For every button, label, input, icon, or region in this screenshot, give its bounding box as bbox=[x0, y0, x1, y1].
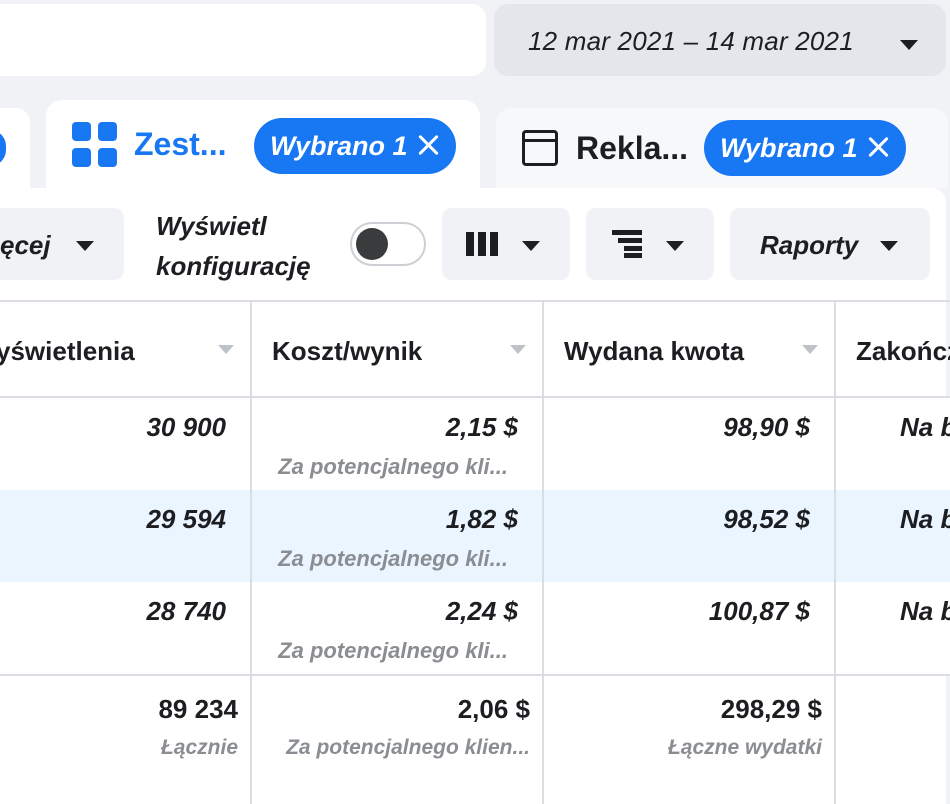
tab-ad-sets[interactable]: Zest... Wybrano 1 bbox=[46, 100, 480, 200]
chevron-down-icon bbox=[76, 241, 94, 251]
cost-value: 2,24 $ bbox=[445, 596, 518, 626]
reports-button[interactable]: Raporty bbox=[730, 208, 930, 280]
cost-subtext: Za potencjalnego kli... bbox=[278, 546, 508, 571]
ends-value: Na b bbox=[900, 596, 950, 626]
sort-icon[interactable] bbox=[802, 345, 818, 354]
cost-value: 2,15 $ bbox=[445, 412, 518, 442]
impressions-value: 30 900 bbox=[146, 412, 226, 442]
ad-window-icon bbox=[522, 130, 558, 166]
selected-badge[interactable]: Wybrano 1 bbox=[254, 118, 456, 174]
tab-campaigns[interactable] bbox=[0, 108, 30, 188]
close-icon[interactable] bbox=[416, 132, 440, 156]
column-header-amount-spent[interactable]: Wydana kwota bbox=[544, 302, 834, 398]
cost-subtext: Za potencjalnego kli... bbox=[278, 638, 508, 663]
chevron-down-icon bbox=[666, 241, 684, 251]
sort-icon[interactable] bbox=[510, 345, 526, 354]
grid-icon bbox=[72, 122, 118, 168]
ends-value: Na b bbox=[900, 412, 950, 442]
chevron-down-icon bbox=[880, 241, 898, 251]
column-header-ends[interactable]: Zakończ bbox=[836, 302, 950, 398]
search-field[interactable] bbox=[0, 4, 486, 76]
close-icon[interactable] bbox=[866, 134, 890, 158]
spent-value: 100,87 $ bbox=[708, 596, 810, 626]
breakdown-button[interactable] bbox=[586, 208, 714, 280]
total-spent-label: Łączne wydatki bbox=[667, 736, 822, 759]
show-setup-label: Wyświetl konfigurację bbox=[156, 211, 311, 281]
column-header-impressions[interactable]: yświetlenia bbox=[0, 302, 250, 398]
total-spent: 298,29 $ bbox=[720, 694, 822, 724]
cost-subtext: Za potencjalnego kli... bbox=[278, 454, 508, 479]
campaign-selected-indicator bbox=[0, 130, 6, 166]
show-setup-toggle[interactable] bbox=[350, 222, 426, 266]
impressions-value: 29 594 bbox=[146, 504, 226, 534]
selected-badge-label: Wybrano 1 bbox=[270, 130, 408, 161]
column-header-cost-per-result[interactable]: Koszt/wynik bbox=[252, 302, 542, 398]
impressions-value: 28 740 bbox=[146, 596, 226, 626]
more-button-label: ęcej bbox=[0, 230, 51, 260]
selected-badge[interactable]: Wybrano 1 bbox=[704, 120, 906, 176]
date-range-text: 12 mar 2021 – 14 mar 2021 bbox=[528, 26, 854, 56]
spent-value: 98,90 $ bbox=[723, 412, 810, 442]
tab-ads-label: Rekla... bbox=[576, 130, 689, 166]
total-impressions: 89 234 bbox=[158, 694, 238, 724]
selected-badge-label: Wybrano 1 bbox=[720, 132, 858, 163]
total-cost: 2,06 $ bbox=[457, 694, 530, 724]
cost-value: 1,82 $ bbox=[445, 504, 518, 534]
sort-icon[interactable] bbox=[218, 345, 234, 354]
breakdown-icon bbox=[612, 230, 642, 258]
chevron-down-icon bbox=[522, 241, 540, 251]
totals-border bbox=[0, 674, 950, 676]
chevron-down-icon bbox=[900, 40, 918, 50]
more-button[interactable]: ęcej bbox=[0, 208, 124, 280]
tab-ad-sets-label: Zest... bbox=[134, 126, 227, 162]
spent-value: 98,52 $ bbox=[723, 504, 810, 534]
columns-icon bbox=[466, 232, 500, 256]
toggle-knob bbox=[356, 228, 388, 260]
total-cost-label: Za potencjalnego klien... bbox=[286, 736, 530, 759]
date-range-picker[interactable]: 12 mar 2021 – 14 mar 2021 bbox=[494, 4, 946, 76]
tab-ads[interactable]: Rekla... Wybrano 1 bbox=[496, 108, 948, 188]
reports-button-label: Raporty bbox=[760, 230, 859, 260]
total-impressions-label: Łącznie bbox=[160, 736, 238, 759]
ends-value: Na b bbox=[900, 504, 950, 534]
columns-button[interactable] bbox=[442, 208, 570, 280]
